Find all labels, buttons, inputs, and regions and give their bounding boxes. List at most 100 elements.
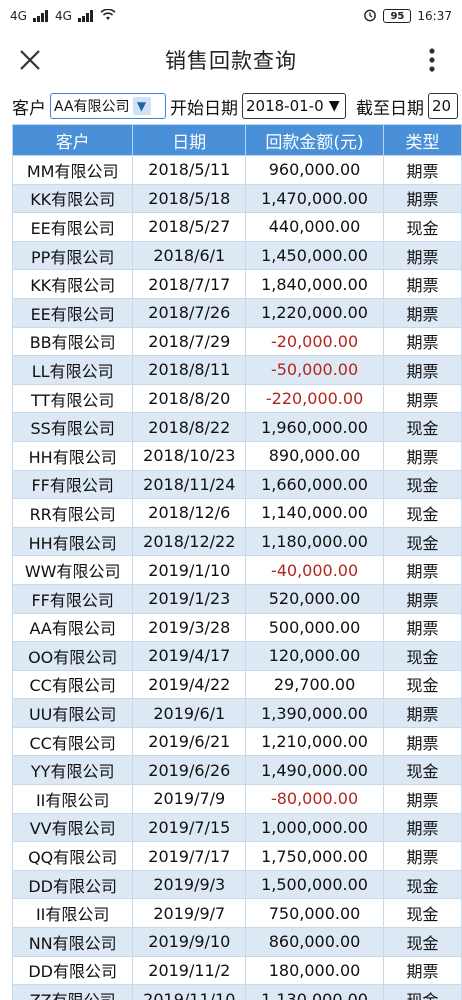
table-row[interactable]: EE有限公司 2018/7/26 1,220,000.00 期票 [12, 297, 462, 328]
cell-amount: 500,000.00 [245, 612, 384, 643]
cell-date: 2019/7/17 [132, 841, 247, 871]
table-row[interactable]: WW有限公司 2019/1/10 -40,000.00 期票 [12, 555, 462, 585]
cell-type: 期票 [382, 326, 462, 357]
cell-type: 期票 [382, 583, 462, 614]
table-row[interactable]: HH有限公司 2018/12/22 1,180,000.00 现金 [12, 526, 462, 557]
customer-select[interactable]: AA有限公司 ▼ [50, 93, 166, 119]
table-row[interactable]: AA有限公司 2019/3/28 500,000.00 期票 [12, 612, 462, 643]
table-row[interactable]: II有限公司 2019/7/9 -80,000.00 期票 [12, 784, 462, 814]
table-row[interactable]: DD有限公司 2019/9/3 1,500,000.00 现金 [12, 869, 462, 900]
cell-type: 期票 [382, 440, 462, 471]
cell-date: 2019/11/10 [132, 984, 247, 1000]
cell-type: 期票 [382, 555, 462, 585]
table-row[interactable]: HH有限公司 2018/10/23 890,000.00 期票 [12, 440, 462, 471]
cell-amount: 1,000,000.00 [245, 812, 384, 843]
table-row[interactable]: BB有限公司 2018/7/29 -20,000.00 期票 [12, 326, 462, 357]
cell-type: 期票 [382, 784, 462, 814]
cell-customer: SS有限公司 [12, 412, 134, 442]
column-header-amount[interactable]: 回款金额(元) [245, 124, 384, 156]
cell-customer: KK有限公司 [12, 183, 134, 214]
cell-customer: EE有限公司 [12, 212, 134, 242]
table-row[interactable]: CC有限公司 2019/4/22 29,700.00 现金 [12, 669, 462, 700]
cell-date: 2019/9/7 [132, 898, 247, 929]
cell-type: 现金 [382, 927, 462, 957]
table-row[interactable]: LL有限公司 2018/8/11 -50,000.00 期票 [12, 355, 462, 385]
customer-select-value: AA有限公司 [54, 99, 130, 115]
table-row[interactable]: ZZ有限公司2019/11/101,130,000.00现金 [12, 984, 462, 1000]
signal-icon-2 [77, 10, 94, 22]
results-table-container[interactable]: 客户 日期 回款金额(元) 类型 MM有限公司 2018/5/11 960,000.… [12, 124, 462, 1000]
table-row[interactable]: II有限公司 2019/9/7 750,000.00 现金 [12, 898, 462, 929]
cell-amount: 180,000.00 [245, 955, 384, 986]
cell-amount: 520,000.00 [245, 583, 384, 614]
close-button[interactable] [12, 42, 48, 78]
cell-date: 2018/5/18 [132, 183, 247, 214]
more-menu-button[interactable] [414, 42, 450, 78]
end-date-select[interactable]: 20 [428, 93, 458, 119]
end-date-label: 截至日期 [356, 98, 424, 119]
cell-customer: RR有限公司 [12, 498, 134, 528]
cell-customer: DD有限公司 [12, 955, 134, 986]
table-row[interactable]: RR有限公司 2018/12/6 1,140,000.00 现金 [12, 498, 462, 528]
cell-date: 2018/8/20 [132, 383, 247, 414]
results-table: 客户 日期 回款金额(元) 类型 MM有限公司 2018/5/11 960,000.… [12, 124, 462, 1000]
table-row[interactable]: QQ有限公司 2019/7/17 1,750,000.00 期票 [12, 841, 462, 871]
cell-date: 2018/7/29 [132, 326, 247, 357]
cell-type: 现金 [382, 469, 462, 500]
table-row[interactable]: YY有限公司 2019/6/26 1,490,000.00 现金 [12, 755, 462, 786]
cell-customer: FF有限公司 [12, 583, 134, 614]
cell-customer: HH有限公司 [12, 526, 134, 557]
cell-type: 期票 [382, 183, 462, 214]
cell-customer: TT有限公司 [12, 383, 134, 414]
cell-amount: 1,180,000.00 [245, 526, 384, 557]
table-body: MM有限公司 2018/5/11 960,000.00 期票 KK有限公司 2018/5/… [12, 155, 462, 1000]
cell-customer: HH有限公司 [12, 440, 134, 471]
cell-amount: -50,000.00 [245, 355, 384, 385]
chevron-down-icon: ▼ [328, 98, 340, 114]
cell-customer: VV有限公司 [12, 812, 134, 843]
column-header-date[interactable]: 日期 [132, 124, 247, 156]
cell-amount: 750,000.00 [245, 898, 384, 929]
cell-date: 2018/5/11 [132, 155, 247, 185]
table-row[interactable]: NN有限公司 2019/9/10 860,000.00 现金 [12, 927, 462, 957]
cell-date: 2019/4/17 [132, 641, 247, 671]
cell-customer: MM有限公司 [12, 155, 134, 185]
table-row[interactable]: MM有限公司 2018/5/11 960,000.00 期票 [12, 155, 462, 185]
table-row[interactable]: DD有限公司 2019/11/2 180,000.00 期票 [12, 955, 462, 986]
table-row[interactable]: PP有限公司 2018/6/1 1,450,000.00 期票 [12, 240, 462, 271]
cell-type: 现金 [382, 212, 462, 242]
cell-amount: 1,960,000.00 [245, 412, 384, 442]
cell-date: 2019/9/10 [132, 927, 247, 957]
cell-amount: 1,390,000.00 [245, 698, 384, 728]
table-row[interactable]: CC有限公司 2019/6/21 1,210,000.00 期票 [12, 726, 462, 757]
cell-type: 现金 [382, 498, 462, 528]
cell-amount: 1,500,000.00 [245, 869, 384, 900]
table-row[interactable]: EE有限公司 2018/5/27 440,000.00 现金 [12, 212, 462, 242]
cell-type: 期票 [382, 155, 462, 185]
table-row[interactable]: UU有限公司 2019/6/1 1,390,000.00 期票 [12, 698, 462, 728]
table-row[interactable]: FF有限公司 2018/11/24 1,660,000.00 现金 [12, 469, 462, 500]
cell-customer: YY有限公司 [12, 755, 134, 786]
cell-type: 现金 [382, 755, 462, 786]
column-header-type[interactable]: 类型 [382, 124, 462, 156]
table-row[interactable]: TT有限公司 2018/8/20 -220,000.00 期票 [12, 383, 462, 414]
table-row[interactable]: FF有限公司 2019/1/23 520,000.00 期票 [12, 583, 462, 614]
table-row[interactable]: VV有限公司 2019/7/15 1,000,000.00 期票 [12, 812, 462, 843]
cell-customer: QQ有限公司 [12, 841, 134, 871]
cell-date: 2019/9/3 [132, 869, 247, 900]
start-date-select[interactable]: 2018-01-0 ▼ [242, 93, 346, 119]
table-row[interactable]: KK有限公司 2018/7/17 1,840,000.00 期票 [12, 269, 462, 299]
table-row[interactable]: KK有限公司 2018/5/18 1,470,000.00 期票 [12, 183, 462, 214]
cell-customer: CC有限公司 [12, 669, 134, 700]
cell-type: 现金 [382, 669, 462, 700]
cell-date: 2018/8/22 [132, 412, 247, 442]
cell-type: 期票 [382, 698, 462, 728]
cell-amount: 1,220,000.00 [245, 297, 384, 328]
page-title: 销售回款查询 [165, 49, 297, 73]
more-vertical-icon [429, 48, 435, 72]
table-header-row: 客户 日期 回款金额(元) 类型 [12, 124, 462, 156]
table-row[interactable]: SS有限公司 2018/8/22 1,960,000.00 现金 [12, 412, 462, 442]
column-header-customer[interactable]: 客户 [12, 124, 134, 156]
cell-amount: 890,000.00 [245, 440, 384, 471]
table-row[interactable]: OO有限公司 2019/4/17 120,000.00 现金 [12, 641, 462, 671]
